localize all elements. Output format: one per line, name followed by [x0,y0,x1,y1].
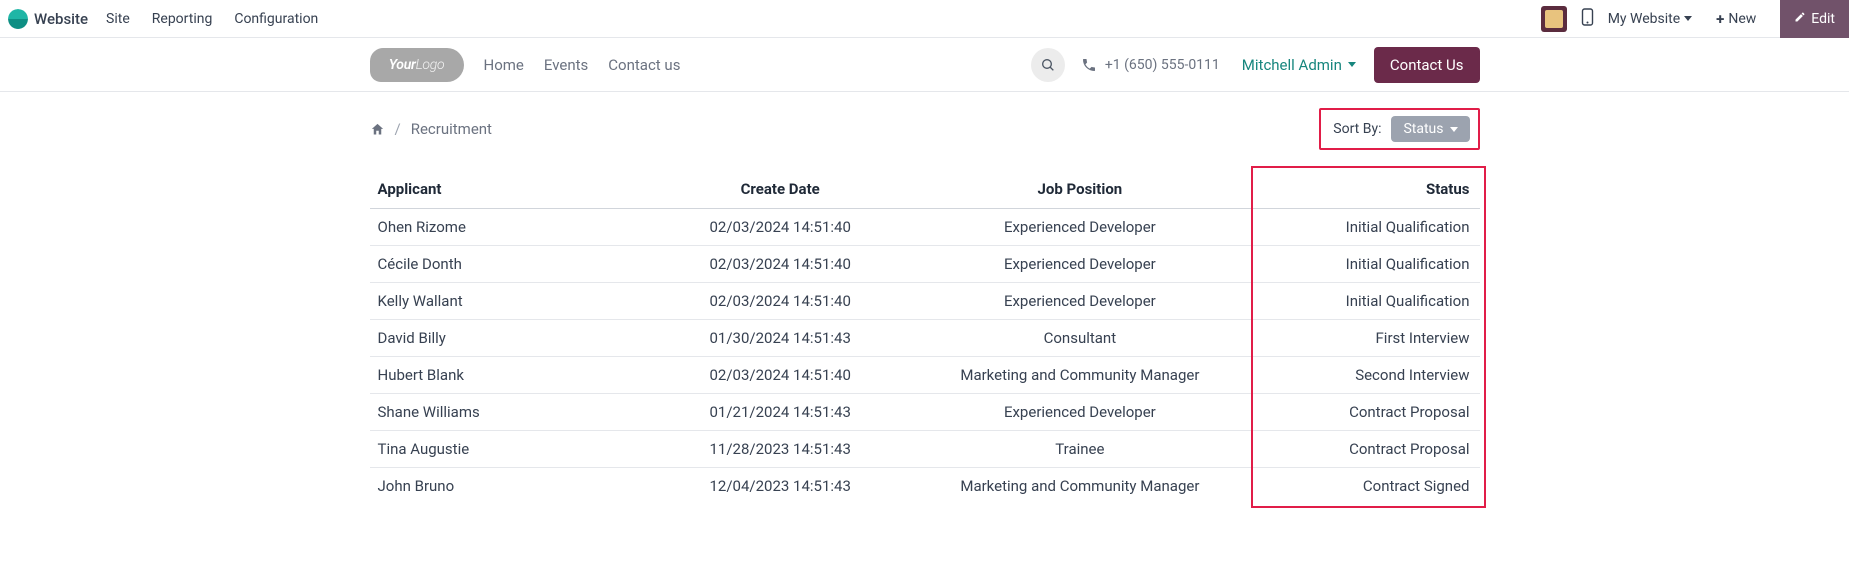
cell-job-position: Experienced Developer [902,394,1257,431]
breadcrumb-current: Recruitment [411,120,492,138]
cell-status: Initial Qualification [1257,283,1479,320]
table-row[interactable]: Kelly Wallant02/03/2024 14:51:40Experien… [370,283,1480,320]
col-header-create-date[interactable]: Create Date [658,170,902,209]
my-website-dropdown[interactable]: My Website [1608,11,1692,27]
cell-create-date: 02/03/2024 14:51:40 [658,283,902,320]
cell-applicant: Hubert Blank [370,357,659,394]
sort-by-value: Status [1403,121,1443,137]
cell-job-position: Experienced Developer [902,246,1257,283]
search-button[interactable] [1031,48,1065,82]
phone-number[interactable]: +1 (650) 555-0111 [1105,57,1220,73]
new-label: New [1728,11,1756,27]
cell-status: Contract Proposal [1257,394,1479,431]
cell-create-date: 11/28/2023 14:51:43 [658,431,902,468]
contact-us-button[interactable]: Contact Us [1374,47,1480,83]
top-right: My Website + New Edit [1541,0,1849,38]
table-row[interactable]: John Bruno12/04/2023 14:51:43Marketing a… [370,468,1480,505]
table-header-row: Applicant Create Date Job Position Statu… [370,170,1480,209]
pencil-icon [1794,11,1806,27]
site-header: YourLogo Home Events Contact us +1 (650)… [0,38,1849,92]
breadcrumb-separator: / [395,120,401,138]
cell-status: Initial Qualification [1257,209,1479,246]
breadcrumb-row: / Recruitment Sort By: Status [370,108,1480,150]
col-header-job-position[interactable]: Job Position [902,170,1257,209]
top-menu-site[interactable]: Site [106,11,130,27]
my-website-label: My Website [1608,11,1680,27]
cell-status: First Interview [1257,320,1479,357]
top-menu-configuration[interactable]: Configuration [234,11,318,27]
caret-down-icon [1684,16,1692,21]
cell-job-position: Experienced Developer [902,209,1257,246]
top-menu-reporting[interactable]: Reporting [152,11,213,27]
cell-create-date: 01/30/2024 14:51:43 [658,320,902,357]
brand-logo-text: YourLogo [389,57,445,73]
phone-block: +1 (650) 555-0111 [1081,57,1220,73]
breadcrumb: / Recruitment [370,120,492,138]
cell-create-date: 02/03/2024 14:51:40 [658,246,902,283]
mobile-icon[interactable] [1581,8,1594,30]
cell-status: Contract Signed [1257,468,1479,505]
table-body: Ohen Rizome02/03/2024 14:51:40Experience… [370,209,1480,505]
table-row[interactable]: Hubert Blank02/03/2024 14:51:40Marketing… [370,357,1480,394]
avatar[interactable] [1541,6,1567,32]
main-content: / Recruitment Sort By: Status Applicant … [370,92,1480,514]
user-name: Mitchell Admin [1242,56,1342,74]
nav-contact-us[interactable]: Contact us [608,56,680,74]
table-container: Applicant Create Date Job Position Statu… [370,170,1480,504]
col-header-status[interactable]: Status [1257,170,1479,209]
contact-us-label: Contact Us [1390,56,1464,74]
cell-applicant: Tina Augustie [370,431,659,468]
sort-by-box: Sort By: Status [1319,108,1479,150]
odoo-logo-icon [8,9,28,29]
table-row[interactable]: Cécile Donth02/03/2024 14:51:40Experienc… [370,246,1480,283]
table-row[interactable]: Shane Williams01/21/2024 14:51:43Experie… [370,394,1480,431]
cell-applicant: Kelly Wallant [370,283,659,320]
cell-applicant: David Billy [370,320,659,357]
phone-icon [1081,57,1097,73]
top-bar: Website Site Reporting Configuration My … [0,0,1849,38]
recruitment-table: Applicant Create Date Job Position Statu… [370,170,1480,504]
sort-by-dropdown[interactable]: Status [1391,116,1469,142]
top-menu: Site Reporting Configuration [106,11,318,27]
table-row[interactable]: David Billy01/30/2024 14:51:43Consultant… [370,320,1480,357]
caret-down-icon [1450,127,1458,132]
app-name[interactable]: Website [34,10,88,28]
cell-applicant: Shane Williams [370,394,659,431]
edit-button[interactable]: Edit [1780,0,1849,38]
cell-create-date: 02/03/2024 14:51:40 [658,209,902,246]
user-dropdown[interactable]: Mitchell Admin [1242,56,1356,74]
nav-events[interactable]: Events [544,56,588,74]
cell-applicant: Ohen Rizome [370,209,659,246]
cell-job-position: Experienced Developer [902,283,1257,320]
table-row[interactable]: Tina Augustie11/28/2023 14:51:43TraineeC… [370,431,1480,468]
brand-logo[interactable]: YourLogo [370,48,464,82]
col-header-applicant[interactable]: Applicant [370,170,659,209]
cell-status: Initial Qualification [1257,246,1479,283]
caret-down-icon [1348,62,1356,67]
cell-job-position: Consultant [902,320,1257,357]
home-icon[interactable] [370,122,385,137]
site-nav: Home Events Contact us [484,56,681,74]
new-button[interactable]: + New [1706,10,1766,28]
cell-create-date: 01/21/2024 14:51:43 [658,394,902,431]
cell-job-position: Trainee [902,431,1257,468]
cell-applicant: Cécile Donth [370,246,659,283]
cell-create-date: 12/04/2023 14:51:43 [658,468,902,505]
cell-job-position: Marketing and Community Manager [902,468,1257,505]
sort-by-label: Sort By: [1333,121,1381,137]
table-row[interactable]: Ohen Rizome02/03/2024 14:51:40Experience… [370,209,1480,246]
cell-status: Contract Proposal [1257,431,1479,468]
plus-icon: + [1716,10,1724,28]
edit-label: Edit [1811,11,1835,27]
cell-applicant: John Bruno [370,468,659,505]
cell-create-date: 02/03/2024 14:51:40 [658,357,902,394]
cell-status: Second Interview [1257,357,1479,394]
search-icon [1040,57,1056,73]
nav-home[interactable]: Home [484,56,524,74]
cell-job-position: Marketing and Community Manager [902,357,1257,394]
